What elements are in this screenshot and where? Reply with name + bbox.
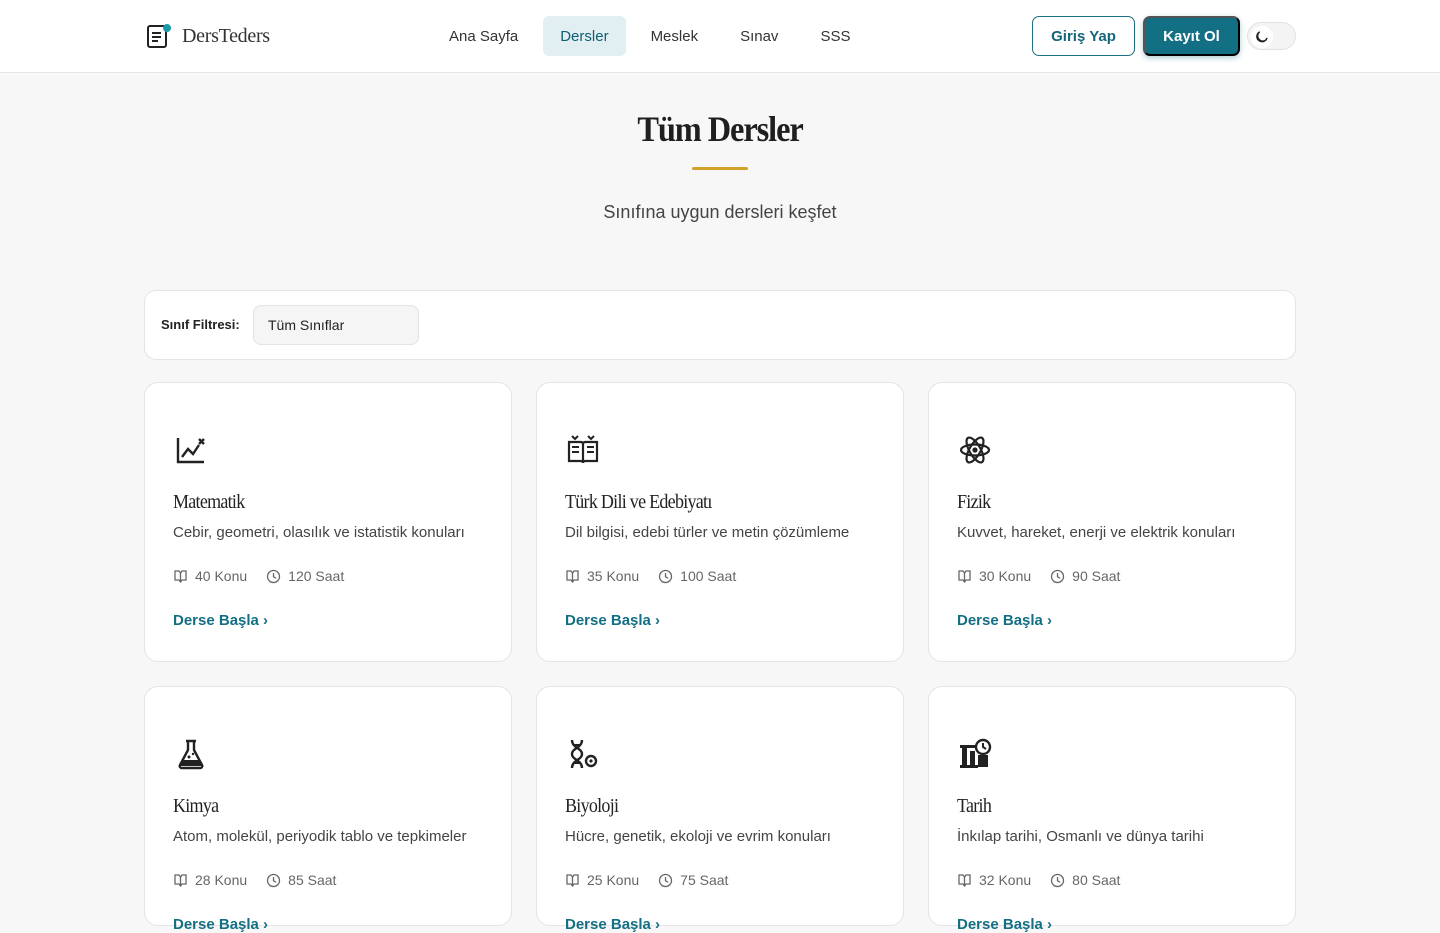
nav-home[interactable]: Ana Sayfa (432, 16, 535, 56)
course-title: Matematik (173, 491, 245, 513)
topic-count-text: 40 Konu (195, 568, 248, 584)
course-meta: 30 Konu 90 Saat (957, 568, 1139, 584)
class-filter-bar: Sınıf Filtresi: Tüm Sınıflar (144, 290, 1296, 360)
register-button[interactable]: Kayıt Ol (1143, 16, 1240, 56)
logo-text: DersTeders (182, 24, 270, 47)
course-meta: 25 Konu 75 Saat (565, 872, 747, 888)
start-course-link[interactable]: Derse Başla › (173, 612, 268, 629)
course-card-fizik[interactable]: Fizik Kuvvet, hareket, enerji ve elektrik… (928, 382, 1296, 662)
topic-count-text: 30 Konu (979, 568, 1032, 584)
clock-icon (266, 569, 281, 584)
topic-count: 28 Konu (173, 872, 247, 888)
logo[interactable]: DersTeders (146, 22, 270, 50)
topic-count-text: 32 Konu (979, 872, 1032, 888)
page-title: Tüm Dersler (637, 109, 803, 149)
flask-icon (174, 737, 208, 771)
course-title: Kimya (173, 795, 219, 817)
book-icon (957, 569, 972, 584)
course-description: Atom, molekül, periyodik tablo ve tepkim… (173, 828, 467, 845)
course-meta: 32 Konu 80 Saat (957, 872, 1139, 888)
hour-count: 100 Saat (658, 568, 736, 584)
topic-count-text: 28 Konu (195, 872, 248, 888)
topic-count: 25 Konu (565, 872, 639, 888)
course-card-kimya[interactable]: Kimya Atom, molekül, periyodik tablo ve t… (144, 686, 512, 933)
class-filter-select[interactable]: Tüm Sınıflar (253, 305, 419, 345)
hour-count: 90 Saat (1050, 568, 1120, 584)
clock-icon (658, 569, 673, 584)
nav-courses[interactable]: Dersler (543, 16, 626, 56)
course-card-biyoloji[interactable]: Biyoloji Hücre, genetik, ekoloji ve evrim… (536, 686, 904, 933)
course-description: Kuvvet, hareket, enerji ve elektrik konu… (957, 524, 1236, 541)
start-course-link[interactable]: Derse Başla › (957, 612, 1052, 629)
moon-icon (1251, 26, 1273, 48)
hour-count: 85 Saat (266, 872, 336, 888)
start-course-link[interactable]: Derse Başla › (565, 612, 660, 629)
book-icon (173, 569, 188, 584)
hour-count-text: 100 Saat (680, 568, 737, 584)
course-card-tarih[interactable]: Tarih İnkılap tarihi, Osmanlı ve dünya ta… (928, 686, 1296, 933)
history-landmark-icon (958, 737, 992, 771)
course-title: Fizik (957, 491, 991, 513)
atom-icon (958, 433, 992, 467)
hour-count: 75 Saat (658, 872, 728, 888)
nav-career[interactable]: Meslek (634, 16, 716, 56)
dna-icon (566, 737, 600, 771)
hour-count: 120 Saat (266, 568, 344, 584)
hour-count-text: 80 Saat (1072, 872, 1121, 888)
theme-toggle[interactable] (1247, 22, 1296, 50)
course-title: Tarih (957, 795, 992, 817)
hour-count-text: 120 Saat (288, 568, 345, 584)
course-meta: 35 Konu 100 Saat (565, 568, 755, 584)
course-title: Türk Dili ve Edebiyatı (565, 491, 712, 513)
book-icon (565, 569, 580, 584)
login-button[interactable]: Giriş Yap (1032, 16, 1135, 56)
hour-count-text: 75 Saat (680, 872, 729, 888)
course-meta: 40 Konu 120 Saat (173, 568, 363, 584)
clock-icon (1050, 873, 1065, 888)
topic-count: 32 Konu (957, 872, 1031, 888)
clock-icon (658, 873, 673, 888)
start-course-link[interactable]: Derse Başla › (173, 916, 268, 933)
book-icon (565, 873, 580, 888)
course-title: Biyoloji (565, 795, 619, 817)
book-icon (173, 873, 188, 888)
hour-count-text: 85 Saat (288, 872, 337, 888)
nav-exam[interactable]: Sınav (723, 16, 795, 56)
nav-faq[interactable]: SSS (803, 16, 867, 56)
top-navbar: DersTeders Ana Sayfa Dersler Meslek Sına… (0, 0, 1440, 73)
course-card-turk-dili[interactable]: Türk Dili ve Edebiyatı Dil bilgisi, edebi… (536, 382, 904, 662)
book-icon (957, 873, 972, 888)
clock-icon (266, 873, 281, 888)
title-divider (692, 167, 748, 170)
hour-count-text: 90 Saat (1072, 568, 1121, 584)
topic-count: 40 Konu (173, 568, 247, 584)
course-description: İnkılap tarihi, Osmanlı ve dünya tarihi (957, 828, 1204, 845)
page-subtitle: Sınıfına uygun dersleri keşfet (603, 202, 837, 222)
topic-count-text: 35 Konu (587, 568, 640, 584)
chart-line-icon (174, 433, 208, 467)
start-course-link[interactable]: Derse Başla › (957, 916, 1052, 933)
course-description: Hücre, genetik, ekoloji ve evrim konular… (565, 828, 831, 845)
topic-count: 35 Konu (565, 568, 639, 584)
course-description: Cebir, geometri, olasılık ve istatistik … (173, 524, 465, 541)
start-course-link[interactable]: Derse Başla › (565, 916, 660, 933)
course-meta: 28 Konu 85 Saat (173, 872, 355, 888)
topic-count: 30 Konu (957, 568, 1031, 584)
filter-label: Sınıf Filtresi: (161, 317, 240, 332)
clock-icon (1050, 569, 1065, 584)
notebook-icon (146, 23, 172, 49)
main-nav: Ana Sayfa Dersler Meslek Sınav SSS (432, 16, 867, 56)
course-card-matematik[interactable]: Matematik Cebir, geometri, olasılık ve is… (144, 382, 512, 662)
course-description: Dil bilgisi, edebi türler ve metin çözüm… (565, 524, 850, 541)
topic-count-text: 25 Konu (587, 872, 640, 888)
book-open-icon (566, 433, 600, 467)
hour-count: 80 Saat (1050, 872, 1120, 888)
